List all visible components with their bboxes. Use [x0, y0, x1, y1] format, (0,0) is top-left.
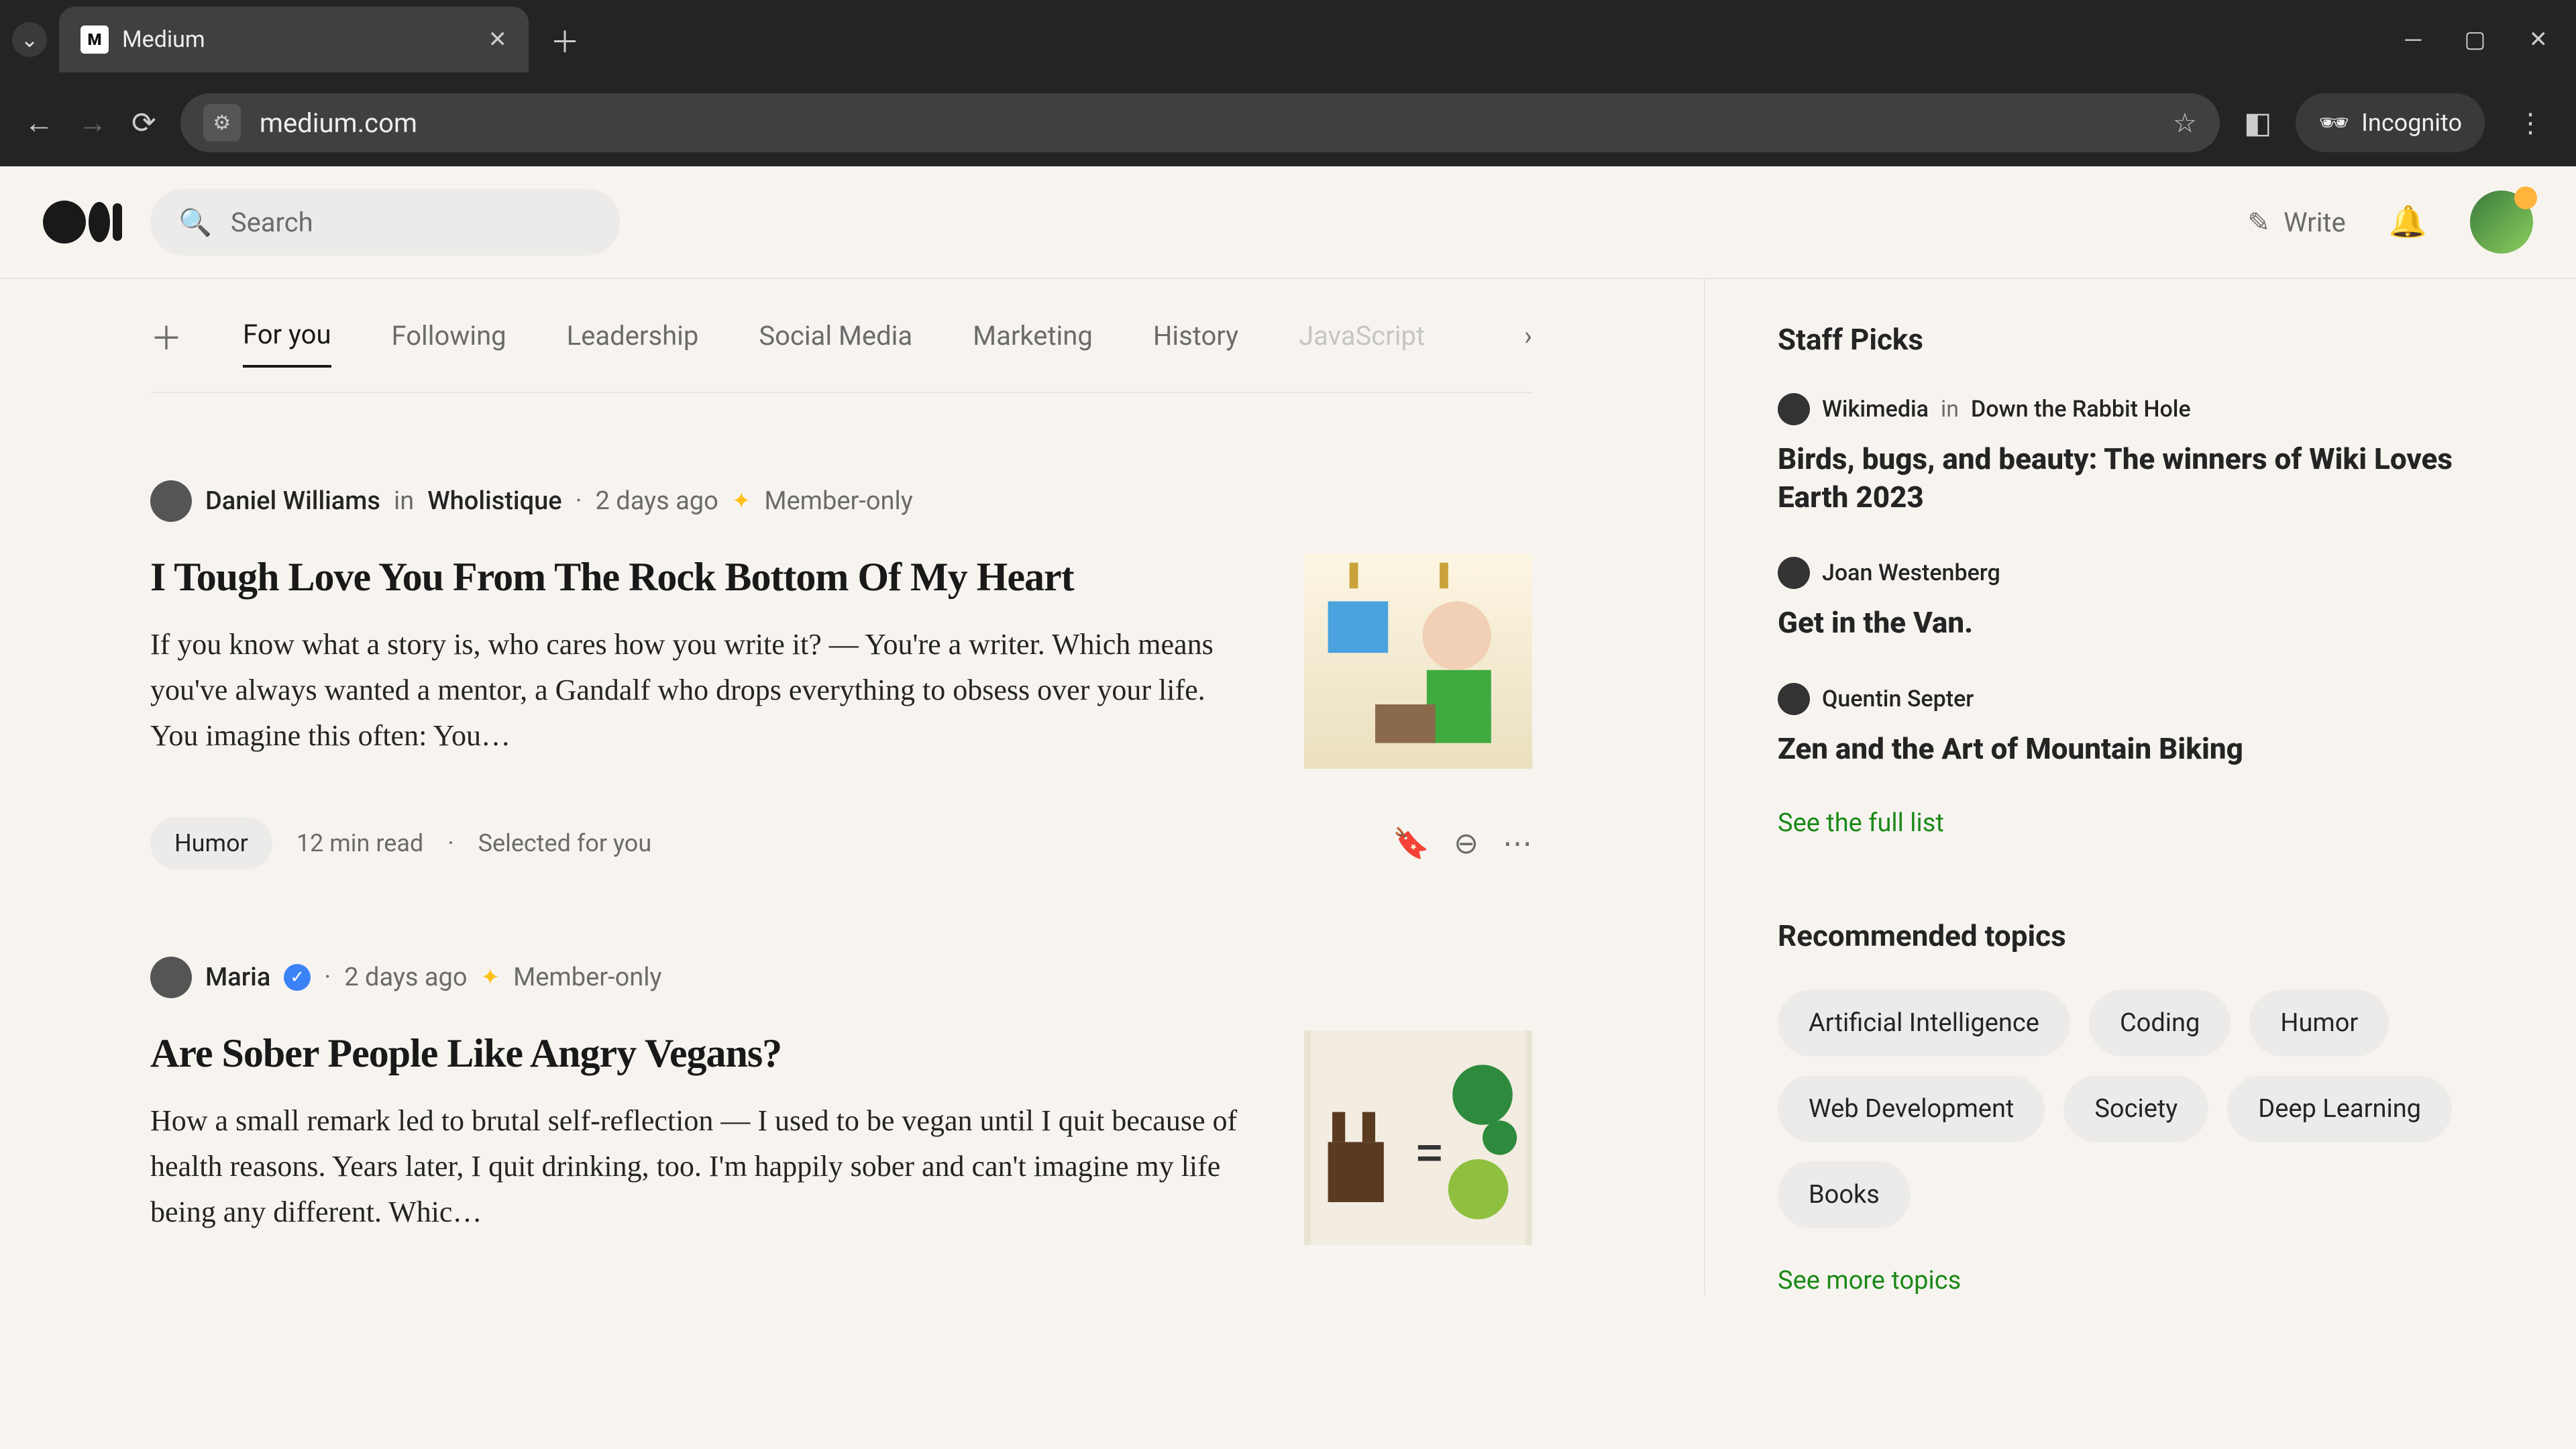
- url-text: medium.com: [260, 107, 2154, 139]
- pick-title[interactable]: Get in the Van.: [1778, 604, 2520, 642]
- write-label: Write: [2284, 207, 2346, 238]
- author-name[interactable]: Daniel Williams: [205, 486, 380, 516]
- article-title[interactable]: I Tough Love You From The Rock Bottom Of…: [150, 554, 1250, 600]
- site-settings-icon[interactable]: ⚙: [203, 104, 241, 142]
- notifications-icon[interactable]: 🔔: [2389, 204, 2427, 240]
- browser-tab[interactable]: M Medium ✕: [59, 7, 529, 72]
- new-tab-button[interactable]: ＋: [541, 18, 589, 61]
- article-thumbnail[interactable]: [1304, 554, 1532, 769]
- browser-menu-icon[interactable]: ⋮: [2509, 107, 2552, 139]
- topic-chip[interactable]: Humor: [150, 817, 272, 869]
- search-icon: 🔍: [178, 207, 212, 238]
- show-less-icon[interactable]: ⊖: [1454, 826, 1479, 861]
- incognito-label: Incognito: [2361, 109, 2462, 137]
- tab-social-media[interactable]: Social Media: [759, 305, 912, 366]
- forward-button[interactable]: →: [78, 105, 107, 140]
- search-placeholder: Search: [231, 207, 313, 238]
- side-panel-icon[interactable]: ◧: [2244, 105, 2272, 140]
- in-word: in: [1941, 396, 1959, 423]
- reload-button[interactable]: ⟳: [131, 105, 156, 140]
- topic-chip[interactable]: Web Development: [1778, 1075, 2045, 1142]
- tab-title: Medium: [122, 26, 475, 53]
- topic-chip[interactable]: Artificial Intelligence: [1778, 989, 2070, 1057]
- save-icon[interactable]: 🔖: [1393, 826, 1430, 861]
- author-avatar[interactable]: [1778, 393, 1810, 425]
- tab-marketing[interactable]: Marketing: [973, 305, 1093, 366]
- article-excerpt[interactable]: If you know what a story is, who cares h…: [150, 622, 1250, 759]
- svg-text:=: =: [1414, 1121, 1445, 1186]
- pick-author[interactable]: Quentin Septer: [1822, 686, 1974, 712]
- author-avatar[interactable]: [150, 480, 192, 522]
- staff-pick-item: Wikimedia in Down the Rabbit Hole Birds,…: [1778, 393, 2520, 517]
- see-full-list-link[interactable]: See the full list: [1778, 808, 2520, 838]
- add-topic-button[interactable]: ＋: [150, 312, 182, 359]
- pick-publication[interactable]: Down the Rabbit Hole: [1971, 396, 2191, 423]
- in-word: in: [394, 486, 414, 516]
- back-button[interactable]: ←: [24, 105, 54, 140]
- recommended-topics-heading: Recommended topics: [1778, 918, 2520, 953]
- article-card: Daniel Williams in Wholistique · 2 days …: [150, 393, 1532, 869]
- article-date: 2 days ago: [344, 963, 467, 992]
- tab-history[interactable]: History: [1153, 305, 1238, 366]
- topic-chip[interactable]: Humor: [2249, 989, 2389, 1057]
- search-input[interactable]: 🔍 Search: [150, 189, 620, 256]
- medium-favicon: M: [80, 25, 109, 54]
- topic-chip[interactable]: Books: [1778, 1161, 1911, 1228]
- profile-avatar[interactable]: [2470, 191, 2533, 254]
- tab-following[interactable]: Following: [392, 305, 506, 366]
- close-tab-icon[interactable]: ✕: [488, 26, 508, 53]
- tab-for-you[interactable]: For you: [243, 304, 331, 368]
- minimize-icon[interactable]: ─: [2405, 26, 2421, 53]
- article-date: 2 days ago: [596, 486, 718, 516]
- pick-title[interactable]: Birds, bugs, and beauty: The winners of …: [1778, 440, 2520, 517]
- member-star-icon: ✦: [481, 964, 500, 991]
- feed-tabs: ＋ For you Following Leadership Social Me…: [150, 279, 1532, 393]
- incognito-icon: 🕶: [2318, 109, 2349, 137]
- member-only-label: Member-only: [513, 963, 661, 992]
- pick-title[interactable]: Zen and the Art of Mountain Biking: [1778, 730, 2520, 768]
- incognito-indicator[interactable]: 🕶 Incognito: [2296, 93, 2485, 152]
- topic-chip[interactable]: Society: [2063, 1075, 2208, 1142]
- verified-badge-icon: ✓: [284, 964, 311, 991]
- article-excerpt[interactable]: How a small remark led to brutal self-re…: [150, 1098, 1250, 1236]
- more-options-icon[interactable]: ⋯: [1503, 826, 1532, 861]
- see-more-topics-link[interactable]: See more topics: [1778, 1266, 2520, 1295]
- close-window-icon[interactable]: ✕: [2529, 26, 2548, 53]
- medium-logo[interactable]: [43, 201, 122, 244]
- maximize-icon[interactable]: ▢: [2464, 26, 2485, 53]
- article-title[interactable]: Are Sober People Like Angry Vegans?: [150, 1030, 1250, 1077]
- tab-list-dropdown[interactable]: ⌄: [12, 22, 47, 57]
- member-only-label: Member-only: [764, 486, 912, 516]
- author-avatar[interactable]: [1778, 683, 1810, 715]
- publication-name[interactable]: Wholistique: [427, 486, 561, 516]
- staff-pick-item: Joan Westenberg Get in the Van.: [1778, 557, 2520, 642]
- write-icon: ✎: [2248, 207, 2271, 238]
- pick-author[interactable]: Wikimedia: [1822, 396, 1929, 423]
- bookmark-star-icon[interactable]: ☆: [2173, 107, 2197, 139]
- author-avatar[interactable]: [1778, 557, 1810, 589]
- topic-chip[interactable]: Deep Learning: [2227, 1075, 2452, 1142]
- tab-javascript[interactable]: JavaScript: [1299, 305, 1425, 366]
- article-card: Maria ✓ · 2 days ago ✦ Member-only Are S…: [150, 869, 1532, 1245]
- write-button[interactable]: ✎ Write: [2248, 207, 2346, 238]
- read-time: 12 min read: [297, 829, 423, 857]
- article-thumbnail[interactable]: =: [1304, 1030, 1532, 1245]
- tab-leadership[interactable]: Leadership: [567, 305, 699, 366]
- address-bar[interactable]: ⚙ medium.com ☆: [180, 93, 2220, 152]
- selected-for-you-label: Selected for you: [478, 829, 652, 857]
- pick-author[interactable]: Joan Westenberg: [1822, 559, 2000, 586]
- tabs-scroll-right-icon[interactable]: ›: [1524, 320, 1532, 352]
- member-star-icon: ✦: [732, 488, 751, 515]
- author-avatar[interactable]: [150, 957, 192, 998]
- author-name[interactable]: Maria: [205, 963, 270, 992]
- staff-pick-item: Quentin Septer Zen and the Art of Mounta…: [1778, 683, 2520, 768]
- topic-chip[interactable]: Coding: [2089, 989, 2231, 1057]
- staff-picks-heading: Staff Picks: [1778, 322, 2520, 357]
